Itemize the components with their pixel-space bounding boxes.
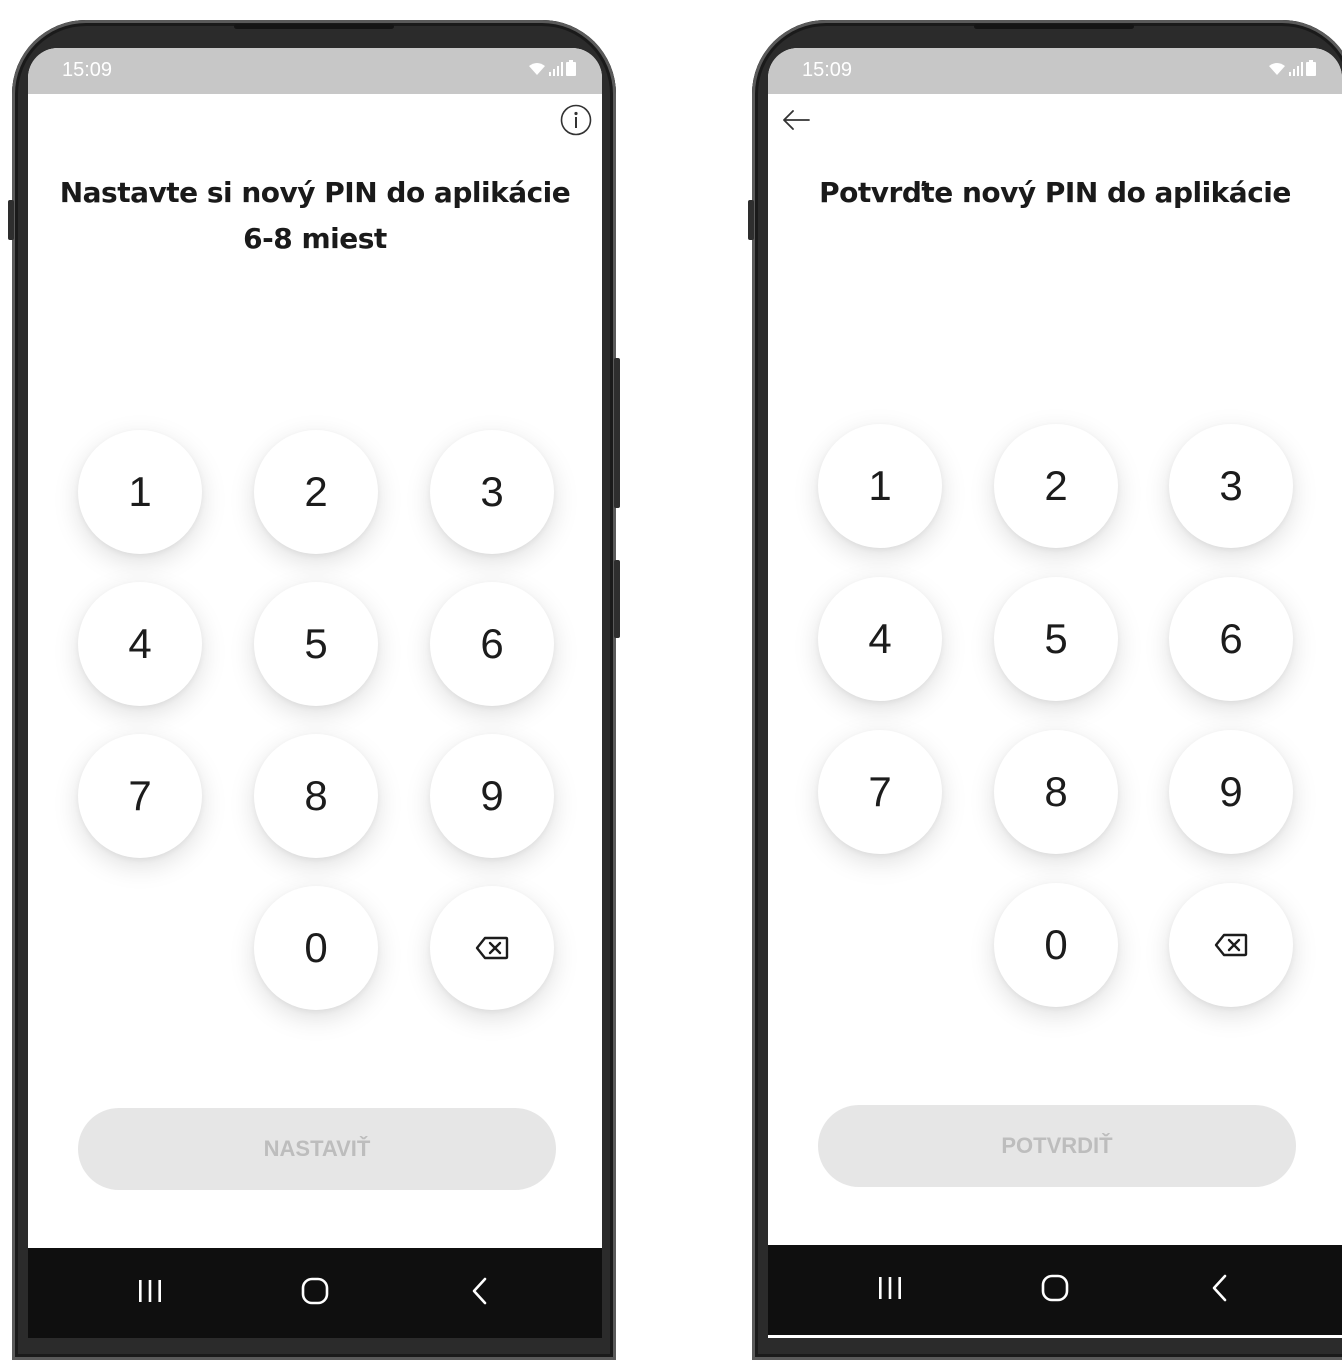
back-icon[interactable] [1190,1263,1250,1313]
battery-icon [566,60,576,80]
speaker-slot [234,24,394,29]
wifi-icon [528,61,546,80]
status-time: 15:09 [62,59,113,81]
backspace-icon [475,936,509,960]
title-line: Potvrďte nový PIN do aplikácie [819,176,1291,209]
speaker-slot [974,24,1134,29]
confirm-pin-screen: 15:09 Potvrďte nový PIN do aplikácie 1 2… [768,48,1342,1338]
key-2[interactable]: 2 [254,430,378,554]
power-button [614,358,620,508]
backspace-key[interactable] [1169,883,1293,1007]
key-1[interactable]: 1 [78,430,202,554]
key-0[interactable]: 0 [254,886,378,1010]
key-5[interactable]: 5 [994,577,1118,701]
volume-button [8,200,14,240]
status-icons [1268,60,1316,80]
title-line: Nastavte si nový PIN do aplikácie [59,176,571,209]
key-9[interactable]: 9 [430,734,554,858]
key-6[interactable]: 6 [1169,577,1293,701]
phone-frame-confirm-pin: 15:09 Potvrďte nový PIN do aplikácie 1 2… [748,20,1342,1360]
backspace-key[interactable] [430,886,554,1010]
key-2[interactable]: 2 [994,424,1118,548]
key-3[interactable]: 3 [430,430,554,554]
key-1[interactable]: 1 [818,424,942,548]
android-nav-bar [768,1245,1342,1335]
wifi-icon [1268,61,1286,80]
status-icons [528,60,576,80]
key-5[interactable]: 5 [254,582,378,706]
status-bar: 15:09 [768,48,1342,94]
recents-icon[interactable] [120,1266,180,1316]
key-8[interactable]: 8 [254,734,378,858]
key-4[interactable]: 4 [818,577,942,701]
key-8[interactable]: 8 [994,730,1118,854]
backspace-icon [1214,933,1248,957]
recents-icon[interactable] [860,1263,920,1313]
key-0[interactable]: 0 [994,883,1118,1007]
volume-button [748,200,754,240]
key-3[interactable]: 3 [1169,424,1293,548]
back-arrow-icon[interactable] [780,104,812,136]
set-pin-button[interactable]: NASTAVIŤ [78,1108,556,1190]
android-nav-bar [28,1248,602,1338]
key-9[interactable]: 9 [1169,730,1293,854]
status-bar: 15:09 [28,48,602,94]
page-title: Potvrďte nový PIN do aplikácie [768,170,1342,216]
phone-frame-set-pin: 15:09 Nastavte si nový PIN do aplikácie … [8,20,620,1360]
key-4[interactable]: 4 [78,582,202,706]
set-pin-screen: 15:09 Nastavte si nový PIN do aplikácie … [28,48,602,1338]
status-time: 15:09 [802,59,853,81]
page-title: Nastavte si nový PIN do aplikácie 6-8 mi… [28,170,602,262]
key-7[interactable]: 7 [818,730,942,854]
info-icon[interactable] [560,104,592,136]
battery-icon [1306,60,1316,80]
home-icon[interactable] [285,1266,345,1316]
bixby-button [614,560,620,638]
key-7[interactable]: 7 [78,734,202,858]
title-subline: 6-8 miest [243,222,387,255]
home-icon[interactable] [1025,1263,1085,1313]
back-icon[interactable] [450,1266,510,1316]
confirm-pin-button[interactable]: POTVRDIŤ [818,1105,1296,1187]
key-6[interactable]: 6 [430,582,554,706]
signal-icon [1289,61,1303,80]
signal-icon [549,61,563,80]
